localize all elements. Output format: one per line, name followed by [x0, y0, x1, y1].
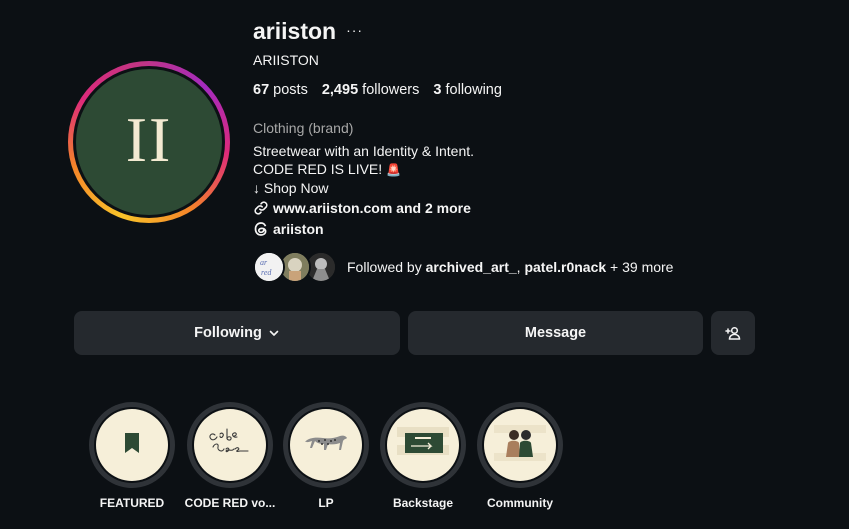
username-row: ariiston ···	[253, 18, 363, 45]
display-name: ARIISTON	[253, 52, 319, 68]
highlight-ring	[187, 402, 273, 488]
profile-avatar-story-ring[interactable]: II	[68, 61, 230, 223]
highlight-cover	[484, 409, 556, 481]
bio-line-3: ↓ Shop Now	[253, 180, 329, 196]
highlight-community[interactable]: Community	[476, 402, 564, 510]
following-count: 3	[433, 82, 442, 98]
highlight-lp[interactable]: LP	[282, 402, 370, 510]
followers-label: followers	[362, 82, 420, 98]
mutual-user-2[interactable]: patel.r0nack	[524, 259, 606, 275]
posts-count: 67	[253, 82, 270, 98]
suggested-accounts-button[interactable]	[711, 311, 755, 355]
more-options-icon[interactable]: ···	[346, 23, 363, 41]
highlight-code-red[interactable]: CODE RED vo...	[184, 402, 276, 510]
highlight-ring	[283, 402, 369, 488]
bio-line-2-wrap: CODE RED IS LIVE! 🚨	[253, 160, 474, 179]
siren-emoji: 🚨	[386, 163, 401, 177]
username: ariiston	[253, 18, 337, 44]
highlight-cover	[194, 409, 266, 481]
profile-stats: 67 posts 2,495 followers 3 following	[253, 82, 516, 98]
profile-avatar: II	[76, 69, 222, 215]
highlight-ring	[380, 402, 466, 488]
highlight-ring	[89, 402, 175, 488]
category-label: Clothing (brand)	[253, 120, 354, 136]
following-stat[interactable]: 3 following	[433, 82, 502, 98]
following-label: following	[445, 82, 502, 98]
highlight-label: Backstage	[392, 496, 454, 510]
highlight-label: LP	[318, 496, 334, 510]
community-people-icon	[490, 413, 550, 478]
bio-line-2: CODE RED IS LIVE!	[253, 161, 383, 177]
highlight-gap	[385, 407, 461, 483]
message-button[interactable]: Message	[408, 311, 703, 355]
avatar-gap: II	[73, 66, 225, 218]
mutual-user-1[interactable]: archived_art_	[426, 259, 517, 275]
followed-by-text: Followed by archived_art_, patel.r0nack …	[347, 259, 673, 275]
highlight-gap	[482, 407, 558, 483]
svg-text:ar: ar	[260, 258, 268, 267]
profile-page: II ariiston ··· ARIISTON 67 posts 2,495 …	[0, 0, 849, 529]
chevron-down-icon	[268, 327, 280, 339]
highlight-cover	[290, 409, 362, 481]
highlight-label: FEATURED	[99, 496, 165, 510]
highlight-gap	[288, 407, 364, 483]
signature-icon	[205, 425, 255, 466]
posts-stat: 67 posts	[253, 82, 308, 98]
highlight-backstage[interactable]: Backstage	[379, 402, 467, 510]
followed-by-prefix: Followed by	[347, 259, 426, 275]
following-button-label: Following	[194, 325, 262, 341]
followed-by[interactable]: ar red Followed by archived_art_, patel.…	[253, 251, 673, 283]
posts-label: posts	[273, 82, 308, 98]
threads-icon	[253, 221, 269, 237]
followers-stat[interactable]: 2,495 followers	[322, 82, 420, 98]
followed-by-suffix: + 39 more	[606, 259, 674, 275]
highlight-cover	[387, 409, 459, 481]
backstage-sign-icon	[391, 411, 455, 480]
avatar-monogram: II	[125, 104, 173, 175]
highlight-label: Community	[487, 496, 553, 510]
followers-count: 2,495	[321, 82, 359, 98]
svg-text:red: red	[261, 268, 272, 277]
following-button[interactable]: Following	[74, 311, 400, 355]
highlight-featured[interactable]: FEATURED	[88, 402, 176, 510]
message-button-label: Message	[524, 325, 587, 341]
highlight-cover	[96, 409, 168, 481]
bookmark-icon	[123, 432, 141, 459]
highlight-ring	[477, 402, 563, 488]
external-link[interactable]: www.ariiston.com and 2 more	[253, 200, 471, 216]
leopard-icon	[301, 430, 351, 461]
bio-line-1: Streetwear with an Identity & Intent.	[253, 143, 475, 159]
highlight-label: CODE RED vo...	[184, 496, 276, 510]
highlight-gap	[192, 407, 268, 483]
external-link-text: www.ariiston.com and 2 more	[273, 200, 471, 216]
mutual-avatars: ar red	[253, 251, 343, 283]
threads-link[interactable]: ariiston	[253, 221, 324, 237]
threads-handle: ariiston	[273, 221, 324, 237]
mutual-avatar-1: ar red	[253, 251, 285, 283]
link-icon	[253, 200, 269, 216]
add-person-icon	[725, 325, 741, 341]
bio: Streetwear with an Identity & Intent. CO…	[253, 142, 474, 197]
highlight-gap	[94, 407, 170, 483]
